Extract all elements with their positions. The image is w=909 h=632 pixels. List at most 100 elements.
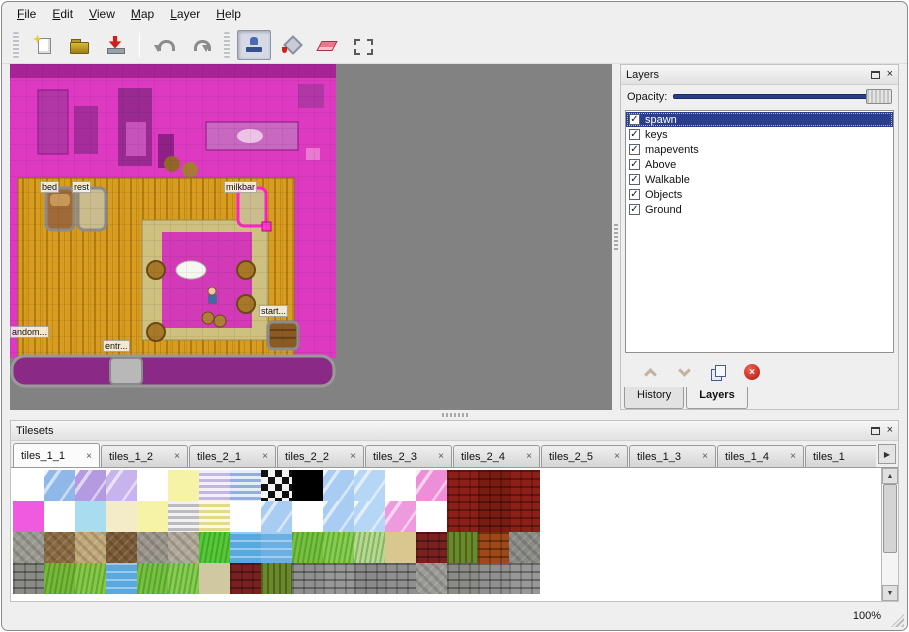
tile[interactable] xyxy=(13,470,44,501)
tile[interactable] xyxy=(447,563,478,594)
tile[interactable] xyxy=(199,501,230,532)
tile[interactable] xyxy=(261,470,292,501)
tile[interactable] xyxy=(13,532,44,563)
scroll-up-button[interactable]: ▲ xyxy=(882,468,898,484)
panel-tab-history[interactable]: History xyxy=(624,387,684,409)
tile[interactable] xyxy=(354,501,385,532)
tile[interactable] xyxy=(106,470,137,501)
layer-visibility-checkbox[interactable]: ✓ xyxy=(629,189,640,200)
tile[interactable] xyxy=(44,470,75,501)
tile[interactable] xyxy=(292,470,323,501)
tile[interactable] xyxy=(447,532,478,563)
tile[interactable] xyxy=(385,501,416,532)
panel-tab-layers[interactable]: Layers xyxy=(686,387,747,409)
tile[interactable] xyxy=(447,470,478,501)
layer-row-keys[interactable]: ✓keys xyxy=(626,127,893,142)
tile[interactable] xyxy=(509,470,540,501)
tile[interactable] xyxy=(230,532,261,563)
tile[interactable] xyxy=(354,532,385,563)
tileset-grid[interactable] xyxy=(11,468,881,601)
layer-row-spawn[interactable]: ✓spawn xyxy=(626,112,893,127)
layer-visibility-checkbox[interactable]: ✓ xyxy=(629,129,640,140)
tile[interactable] xyxy=(230,470,261,501)
scroll-down-button[interactable]: ▼ xyxy=(882,585,898,601)
duplicate-layer-button[interactable] xyxy=(709,363,727,381)
tile[interactable] xyxy=(323,563,354,594)
tileset-tab-tiles_2_3[interactable]: tiles_2_3× xyxy=(365,445,452,467)
tile[interactable] xyxy=(292,532,323,563)
scrollbar-track[interactable] xyxy=(882,484,898,585)
tab-close-icon[interactable]: × xyxy=(86,451,92,462)
tile[interactable] xyxy=(261,563,292,594)
layer-visibility-checkbox[interactable]: ✓ xyxy=(629,114,640,125)
layer-visibility-checkbox[interactable]: ✓ xyxy=(629,174,640,185)
layers-close-button[interactable]: × xyxy=(887,69,893,80)
tab-close-icon[interactable]: × xyxy=(702,451,708,462)
tile[interactable] xyxy=(44,532,75,563)
tileset-tab-tiles_2_5[interactable]: tiles_2_5× xyxy=(541,445,628,467)
tile[interactable] xyxy=(137,532,168,563)
tile[interactable] xyxy=(447,501,478,532)
menu-item-file[interactable]: File xyxy=(10,4,43,24)
tile[interactable] xyxy=(416,563,447,594)
menu-item-help[interactable]: Help xyxy=(209,4,248,24)
tab-close-icon[interactable]: × xyxy=(438,451,444,462)
tileset-tab-tiles_1_2[interactable]: tiles_1_2× xyxy=(101,445,188,467)
layer-row-Ground[interactable]: ✓Ground xyxy=(626,202,893,217)
opacity-slider[interactable] xyxy=(673,89,892,104)
tile[interactable] xyxy=(44,563,75,594)
layer-visibility-checkbox[interactable]: ✓ xyxy=(629,204,640,215)
tile[interactable] xyxy=(75,532,106,563)
horizontal-splitter[interactable] xyxy=(10,410,899,420)
tile[interactable] xyxy=(137,563,168,594)
tab-scroll-right-button[interactable]: ▶ xyxy=(878,444,896,464)
tile[interactable] xyxy=(509,563,540,594)
bucket-fill-button[interactable] xyxy=(273,30,307,60)
tile[interactable] xyxy=(509,532,540,563)
undo-button[interactable] xyxy=(147,30,181,60)
tile[interactable] xyxy=(13,563,44,594)
tile[interactable] xyxy=(261,501,292,532)
scrollbar-thumb[interactable] xyxy=(883,484,897,553)
tile[interactable] xyxy=(478,563,509,594)
tileset-tab-tiles_1_3[interactable]: tiles_1_3× xyxy=(629,445,716,467)
tile[interactable] xyxy=(354,470,385,501)
tile[interactable] xyxy=(199,470,230,501)
tab-close-icon[interactable]: × xyxy=(174,451,180,462)
tile[interactable] xyxy=(106,501,137,532)
tab-close-icon[interactable]: × xyxy=(526,451,532,462)
tile[interactable] xyxy=(199,532,230,563)
layer-row-Objects[interactable]: ✓Objects xyxy=(626,187,893,202)
layer-visibility-checkbox[interactable]: ✓ xyxy=(629,159,640,170)
tile[interactable] xyxy=(106,532,137,563)
tile[interactable] xyxy=(230,563,261,594)
menu-item-edit[interactable]: Edit xyxy=(45,4,80,24)
layer-row-Walkable[interactable]: ✓Walkable xyxy=(626,172,893,187)
tileset-tab-tiles_1_1[interactable]: tiles_1_1× xyxy=(13,443,100,467)
delete-layer-button[interactable]: × xyxy=(743,363,761,381)
eraser-button[interactable] xyxy=(309,30,343,60)
tile[interactable] xyxy=(292,501,323,532)
resize-grip[interactable] xyxy=(891,614,904,627)
tile[interactable] xyxy=(385,563,416,594)
tile[interactable] xyxy=(323,501,354,532)
tile[interactable] xyxy=(416,470,447,501)
tab-close-icon[interactable]: × xyxy=(614,451,620,462)
tile[interactable] xyxy=(416,532,447,563)
stamp-brush-button[interactable] xyxy=(237,30,271,60)
layer-row-Above[interactable]: ✓Above xyxy=(626,157,893,172)
map-canvas[interactable]: bedrestmilkbarstart...andom...entr... xyxy=(10,64,612,410)
tile[interactable] xyxy=(230,501,261,532)
vertical-splitter[interactable] xyxy=(612,64,620,410)
tile[interactable] xyxy=(509,501,540,532)
rect-select-button[interactable] xyxy=(345,30,379,60)
tileset-tab-tiles_2_4[interactable]: tiles_2_4× xyxy=(453,445,540,467)
tile[interactable] xyxy=(75,501,106,532)
tile[interactable] xyxy=(75,563,106,594)
new-map-button[interactable] xyxy=(26,30,60,60)
tile[interactable] xyxy=(13,501,44,532)
tile[interactable] xyxy=(354,563,385,594)
open-map-button[interactable] xyxy=(62,30,96,60)
tileset-tab-tiles_2_2[interactable]: tiles_2_2× xyxy=(277,445,364,467)
tileset-tab-tiles_1_4[interactable]: tiles_1_4× xyxy=(717,445,804,467)
